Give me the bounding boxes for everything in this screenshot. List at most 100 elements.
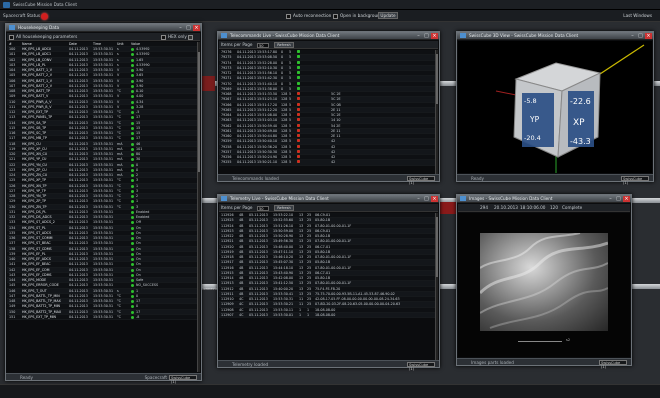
table-cell: -8 [136,314,140,319]
status-led-icon [297,160,300,164]
last-windows-label[interactable]: Last Windows [623,13,652,18]
image-status: Complete [562,205,583,210]
spacecraft-select[interactable]: SwissCube (1) [407,362,435,371]
table-cell: 18-08-08-00 [315,312,336,317]
open-background-label: Open in background [340,13,383,18]
window-statusbar: Ready SwissCube (1) [457,174,653,185]
items-per-page-label: Items per Page [221,42,253,47]
table-row[interactable]: 151 HK_EPS_EXT_TP_MIN 04.11.2013 15:53:30.5… [7,314,198,320]
status-ok-icon [131,132,134,136]
refresh-button[interactable]: Refresh [274,42,294,48]
minimize-icon[interactable]: – [607,196,614,202]
table-cell: 79255 [221,160,232,165]
options-checkbox[interactable] [188,34,193,40]
image-date: 20.10.2013 [494,205,518,210]
minimize-icon[interactable]: – [415,33,422,39]
window-icon [460,196,466,201]
telemetry-window: Telemetry Live - SwissCube Mission Data … [217,194,440,371]
tm-scrollbar[interactable] [435,213,438,360]
link-indicator [440,202,457,214]
spacecraft-select[interactable]: SwissCube (1) [169,375,197,384]
status-led-icon [297,76,300,80]
status-led-icon [297,155,300,158]
spacecraft-select[interactable]: SwissCube (1) [621,176,649,185]
3d-viewport[interactable]: -5.8 YP -20.4 -22.6 XP -43.3 [458,41,652,173]
window-statusbar: Ready Spacecraft SwissCube (1) [6,373,201,384]
status-ok-icon [131,79,134,83]
status-led-icon [297,86,300,90]
items-per-page-input[interactable]: 50 [257,205,269,211]
status-ok-icon [131,289,134,293]
table-row[interactable]: 112907 4C 05.11.2013 15:53:30.01 1 1 18-08-08-… [219,312,436,318]
maximize-icon[interactable]: □ [185,25,192,31]
table-cell: 128 [281,160,288,165]
close-icon[interactable]: × [623,196,630,202]
status-led-icon [297,123,300,127]
close-icon[interactable]: × [645,33,652,39]
tm-table: 112926 4B 05.11.2013 15:53:22.10 13 25 06-C9-0… [219,213,436,360]
window-titlebar: Housekeeping Data – □ × [6,24,201,32]
minimize-icon[interactable]: – [415,196,422,202]
status-ok-icon [131,58,134,62]
status-ok-icon [131,168,134,172]
status-ok-icon [131,252,134,256]
table-cell: 15:53:30.51 [93,314,114,319]
status-ok-icon [131,279,134,283]
status-ok-icon [131,116,134,120]
all-params-checkbox[interactable] [9,34,14,40]
table-cell: 42 [331,160,336,165]
status-ok-icon [131,310,134,314]
minimize-icon[interactable]: – [177,25,184,31]
table-cell: 04.11.2013 [69,314,88,319]
status-ok-icon [131,121,134,125]
spacecraft-select[interactable]: SwissCube (1) [599,360,627,369]
status-ok-icon [131,153,134,157]
auto-reconnection-label: Auto reconnection [293,13,332,18]
status-ok-icon [131,226,134,230]
window-titlebar: Telemetry Live - SwissCube Mission Data … [218,195,439,203]
close-icon[interactable]: × [431,33,438,39]
update-button[interactable]: Update [378,12,398,19]
status-ok-icon [131,247,134,251]
items-per-page-input[interactable]: 50 [257,42,269,48]
refresh-button[interactable]: Refresh [274,205,294,211]
status-led-icon [297,50,300,53]
auto-reconnection-checkbox[interactable] [286,13,291,19]
app-titlebar: SwissCube Mission Data Client [0,0,660,10]
maximize-icon[interactable]: □ [423,196,430,202]
images-window: Images - SwissCube Mission Data Client –… [456,194,632,369]
open-background-checkbox[interactable] [333,13,338,19]
image-info-bar: 294 20.10.2013 18:10:06.00 120 Complete [458,204,630,212]
window-title: Images - SwissCube Mission Data Client [469,196,553,201]
window-titlebar: Images - SwissCube Mission Data Client –… [457,195,631,203]
maximize-icon[interactable]: □ [637,33,644,39]
maximize-icon[interactable]: □ [615,196,622,202]
spacecraft-select[interactable]: SwissCube (1) [407,176,435,185]
tc-scrollbar[interactable] [435,50,438,174]
table-row[interactable]: 79255 04.11.2013 15:50:21.10 128 5 42 [219,160,436,166]
face-label-xp: XP [573,118,585,128]
close-icon[interactable]: × [193,25,200,31]
minimize-icon[interactable]: – [629,33,636,39]
status-spacecraft-label: Spacecraft [144,374,167,380]
close-icon[interactable]: × [431,196,438,202]
window-statusbar: Images parts loaded SwissCube (1) [457,358,631,369]
maximize-icon[interactable]: □ [423,33,430,39]
image-parts-count: 120 [550,205,558,210]
tc-toolbar: Items per Page 50 Refresh [219,41,438,49]
app-statusbar [0,384,660,398]
status-led-icon [297,144,300,148]
status-text: Ready [471,175,484,181]
table-cell: 15:50:21.10 [257,160,278,165]
status-led-icon [297,60,300,64]
hk-scrollbar[interactable] [197,42,200,372]
image-id: 294 [480,205,488,210]
status-ok-icon [131,48,134,52]
hex-only-checkbox[interactable] [161,34,166,40]
status-ok-icon [131,53,134,57]
window-statusbar: Telemetry loaded SwissCube (1) [218,360,439,371]
status-ok-icon [131,184,134,188]
hex-only-label: HEX only [168,34,187,39]
status-ok-icon [131,268,134,272]
status-led-icon [297,71,300,74]
